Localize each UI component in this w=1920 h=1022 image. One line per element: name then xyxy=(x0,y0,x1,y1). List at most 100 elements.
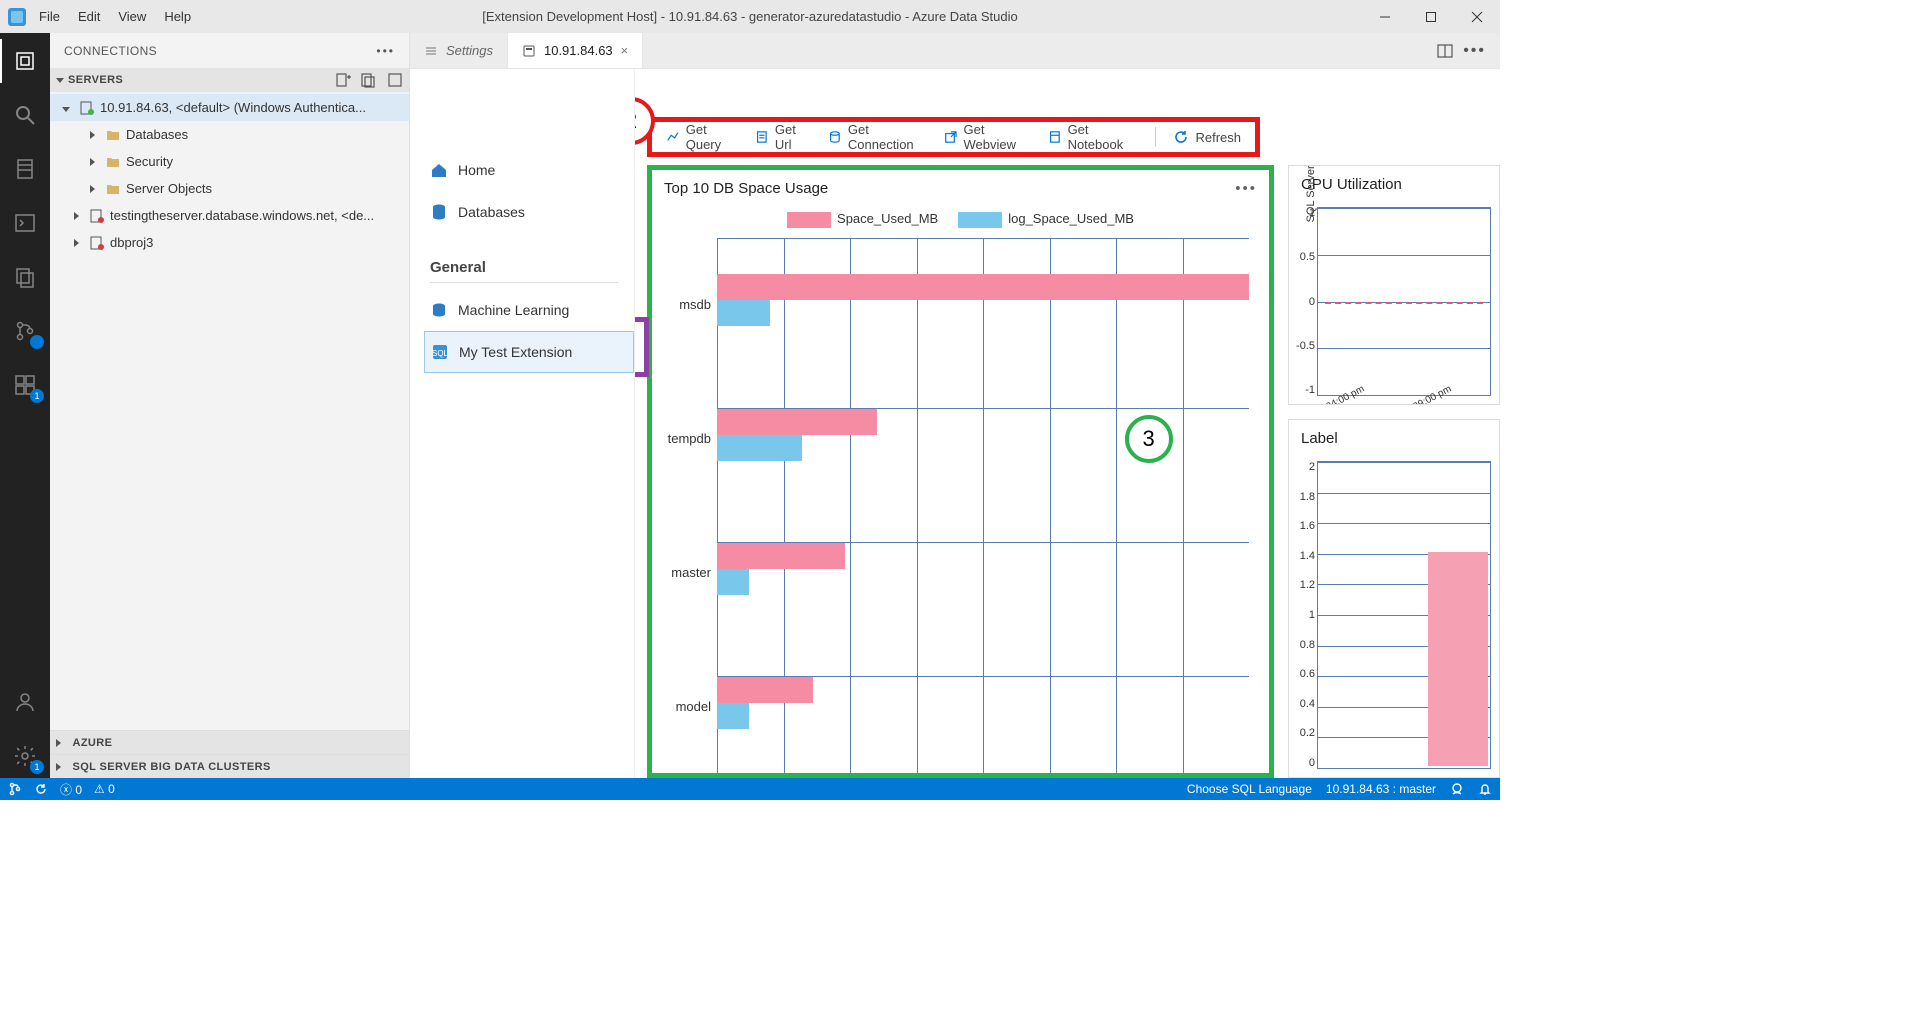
bdc-section-header[interactable]: SQL SERVER BIG DATA CLUSTERS xyxy=(50,754,409,778)
nav-label: Machine Learning xyxy=(458,302,569,318)
editor-more-icon[interactable]: ••• xyxy=(1463,42,1486,60)
tree-server-3[interactable]: dbproj3 xyxy=(50,229,409,256)
status-connection[interactable]: 10.91.84.63 : master xyxy=(1326,782,1436,796)
home-icon xyxy=(430,161,448,179)
tree-server-1[interactable]: 10.91.84.63, <default> (Windows Authenti… xyxy=(50,94,409,121)
activity-bar: 1 1 xyxy=(0,33,50,778)
window-minimize[interactable] xyxy=(1362,0,1408,33)
azure-section-header[interactable]: AZURE xyxy=(50,730,409,754)
servers-section-header[interactable]: SERVERS xyxy=(50,68,409,92)
status-feedback-icon[interactable] xyxy=(1450,782,1464,796)
tick: 2 xyxy=(1288,461,1315,473)
svg-text:SQL: SQL xyxy=(432,349,449,358)
y-label: model xyxy=(676,699,711,714)
status-warnings[interactable]: ⚠ 0 xyxy=(94,782,115,796)
get-connection-button[interactable]: Get Connection xyxy=(828,122,926,152)
split-editor-icon[interactable] xyxy=(1437,43,1453,59)
close-icon[interactable]: × xyxy=(621,43,629,58)
status-errors[interactable]: ⓧ 0 xyxy=(60,781,82,798)
tree-server-objects[interactable]: Server Objects xyxy=(50,175,409,202)
tick: 0.6 xyxy=(1288,668,1315,680)
tab-label: Settings xyxy=(446,43,493,58)
tick: 0 xyxy=(1288,757,1315,769)
activity-settings[interactable]: 1 xyxy=(0,734,50,778)
status-choose-language[interactable]: Choose SQL Language xyxy=(1187,782,1312,796)
tree-security[interactable]: Security xyxy=(50,148,409,175)
refresh-button[interactable]: Refresh xyxy=(1173,129,1241,145)
collapse-all-icon[interactable] xyxy=(387,72,403,88)
nav-databases[interactable]: Databases xyxy=(430,191,634,233)
status-branch-icon[interactable] xyxy=(8,782,22,796)
server-tab-icon xyxy=(522,44,536,58)
bar-master-space xyxy=(717,543,845,569)
bar-msdb-log xyxy=(717,300,770,326)
get-url-button[interactable]: Get Url xyxy=(755,122,810,152)
panel-more-icon[interactable]: ••• xyxy=(376,44,395,58)
y-label: tempdb xyxy=(668,431,711,446)
card-more-icon[interactable]: ••• xyxy=(1235,180,1257,197)
status-bell-icon[interactable] xyxy=(1478,782,1492,796)
legend-swatch-blue xyxy=(958,212,1002,228)
tab-label: 10.91.84.63 xyxy=(544,43,613,58)
activity-search[interactable] xyxy=(0,93,50,137)
tree-server-2[interactable]: testingtheserver.database.windows.net, <… xyxy=(50,202,409,229)
tick: 0.8 xyxy=(1288,639,1315,651)
nav-home[interactable]: Home xyxy=(430,149,634,191)
menu-file[interactable]: File xyxy=(39,9,60,24)
menu-edit[interactable]: Edit xyxy=(78,9,100,24)
right-column: CPU Utilization SQL Server Process CPU U… xyxy=(1288,165,1500,778)
source-control-badge xyxy=(30,335,44,349)
new-group-icon[interactable] xyxy=(361,72,377,88)
cpu-chart: SQL Server Process CPU Utiliza 1 0.5 0 -… xyxy=(1317,207,1491,396)
db-space-card: Top 10 DB Space Usage ••• Space_Used_MB … xyxy=(647,165,1274,778)
server-icon xyxy=(88,209,106,223)
chevron-right-icon xyxy=(74,239,79,247)
tick: 1 xyxy=(1288,207,1315,219)
window-title: [Extension Development Host] - 10.91.84.… xyxy=(482,9,1017,24)
tick: -0.5 xyxy=(1288,340,1315,352)
label-chart: 2 1.8 1.6 1.4 1.2 1 0.8 0.6 0.4 0.2 xyxy=(1317,461,1491,769)
chart-area: msdb tempdb master model xyxy=(652,238,1269,773)
nav-machine-learning[interactable]: Machine Learning xyxy=(430,289,634,331)
menu-help[interactable]: Help xyxy=(164,9,191,24)
status-sync-icon[interactable] xyxy=(34,782,48,796)
nav-label: Home xyxy=(458,162,495,178)
callout-1-box xyxy=(635,317,649,377)
activity-terminal[interactable] xyxy=(0,201,50,245)
settings-icon xyxy=(424,44,438,58)
label-bar xyxy=(1428,552,1488,766)
tab-server[interactable]: 10.91.84.63 × xyxy=(507,33,643,68)
activity-extensions[interactable]: 1 xyxy=(0,363,50,407)
tree-databases[interactable]: Databases xyxy=(50,121,409,148)
chart-legend: Space_Used_MB log_Space_Used_MB xyxy=(652,211,1269,228)
nav-label: Databases xyxy=(458,204,525,220)
activity-explorer[interactable] xyxy=(0,255,50,299)
activity-connections[interactable] xyxy=(0,39,50,83)
app-icon xyxy=(0,8,33,26)
btn-label: Get Notebook xyxy=(1068,122,1137,152)
tree-label: 10.91.84.63, <default> (Windows Authenti… xyxy=(100,100,366,115)
nav-my-test-extension[interactable]: SQL My Test Extension xyxy=(424,331,634,373)
bar-model-log xyxy=(717,703,749,729)
callout-3: 3 xyxy=(1125,415,1173,463)
activity-accounts[interactable] xyxy=(0,680,50,724)
activity-source-control[interactable] xyxy=(0,309,50,353)
bar-model-space xyxy=(717,677,813,703)
servers-tree: 10.91.84.63, <default> (Windows Authenti… xyxy=(50,92,409,258)
menu-view[interactable]: View xyxy=(118,9,146,24)
folder-icon xyxy=(104,183,122,195)
get-notebook-button[interactable]: Get Notebook xyxy=(1048,122,1137,152)
new-connection-icon[interactable] xyxy=(335,72,351,88)
chart-line-icon xyxy=(666,129,680,145)
tick: 0.5 xyxy=(1288,251,1315,263)
chevron-right-icon xyxy=(56,763,61,771)
window-close[interactable] xyxy=(1454,0,1500,33)
side-panel: CONNECTIONS ••• SERVERS 10.91.84.63, <de… xyxy=(50,33,410,778)
get-webview-button[interactable]: Get Webview xyxy=(944,122,1030,152)
legend-swatch-pink xyxy=(787,212,831,228)
activity-notebooks[interactable] xyxy=(0,147,50,191)
tree-label: testingtheserver.database.windows.net, <… xyxy=(110,208,374,223)
tab-settings[interactable]: Settings xyxy=(410,33,507,68)
get-query-button[interactable]: Get Query xyxy=(666,122,737,152)
window-maximize[interactable] xyxy=(1408,0,1454,33)
